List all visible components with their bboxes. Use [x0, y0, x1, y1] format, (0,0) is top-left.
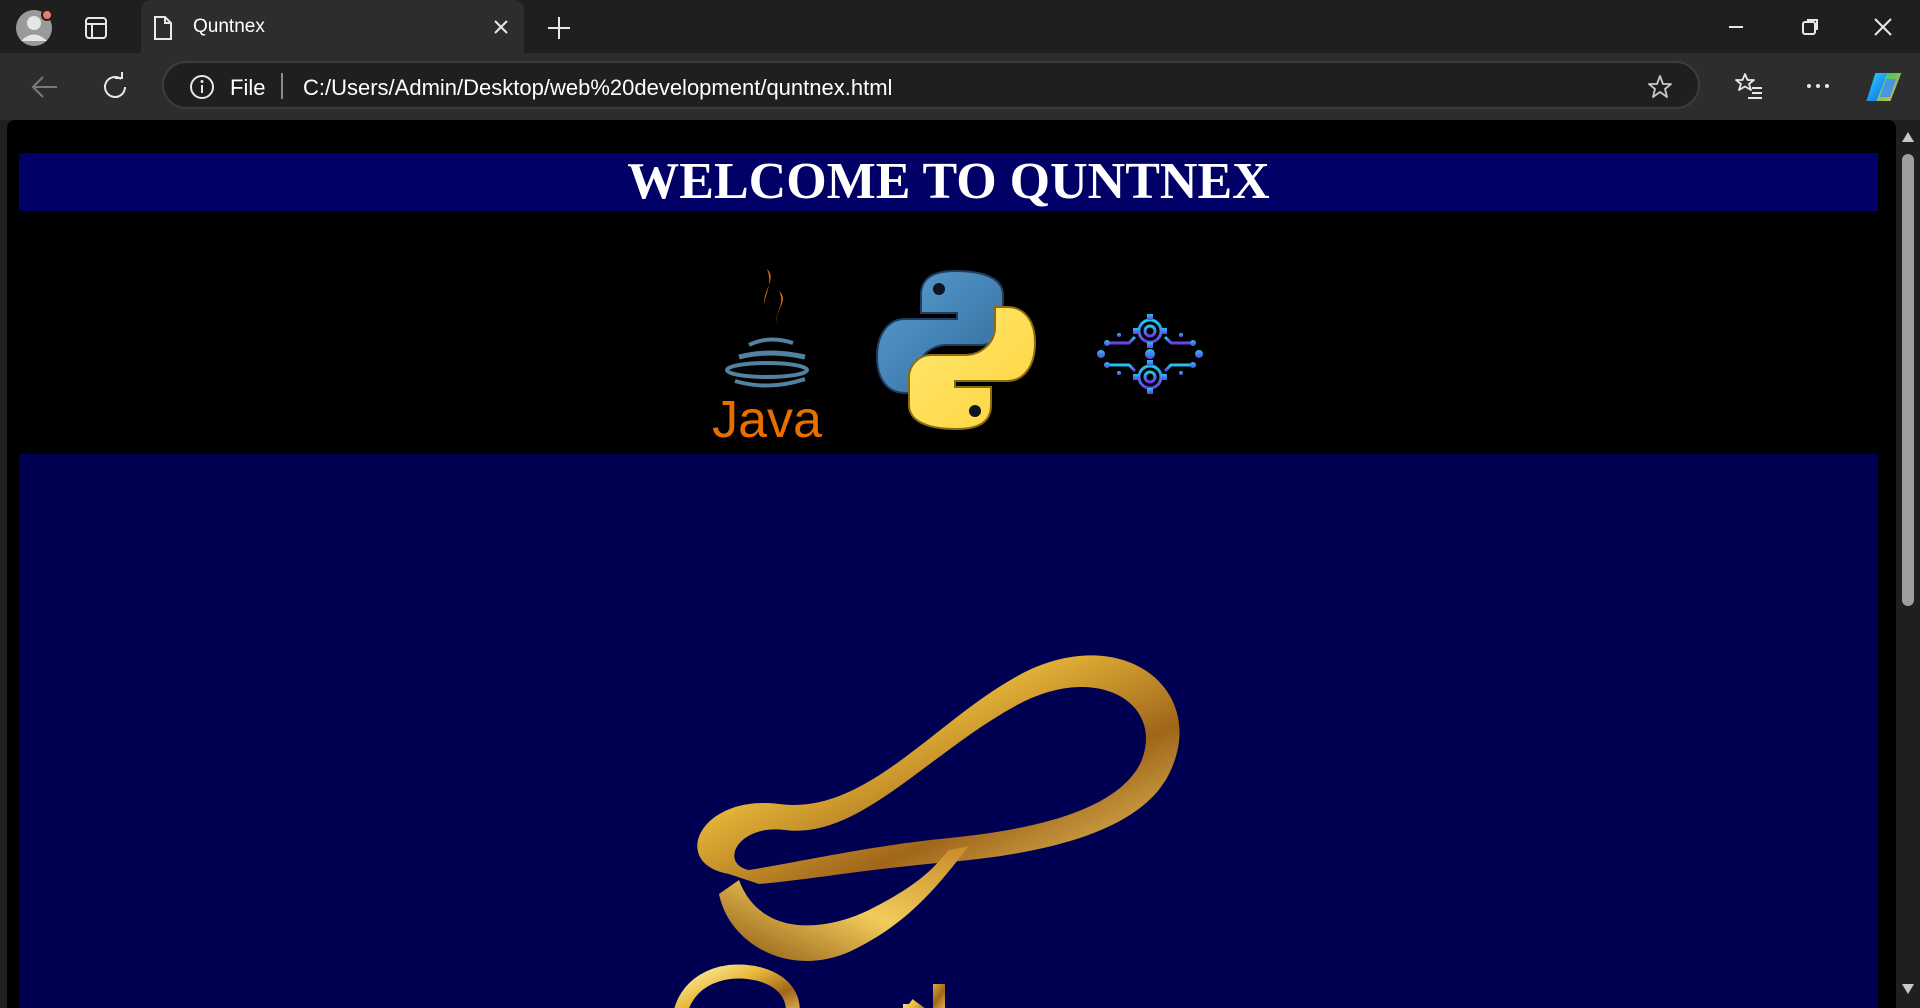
tab-title: Quntnex	[193, 16, 265, 37]
copilot-icon[interactable]	[1866, 67, 1906, 107]
python-logo	[871, 265, 1041, 435]
scheme-label: File	[230, 75, 266, 100]
hero-section	[19, 454, 1878, 1008]
tab-actions-icon[interactable]	[82, 14, 110, 42]
welcome-banner: WELCOME TO QUNTNEX	[19, 153, 1878, 211]
browser-toolbar: File C:/Users/Admin/Desktop/web%20develo…	[0, 53, 1920, 120]
address-bar[interactable]: File C:/Users/Admin/Desktop/web%20develo…	[162, 61, 1700, 109]
document-icon	[153, 15, 173, 41]
url-text[interactable]: C:/Users/Admin/Desktop/web%20development…	[303, 75, 892, 101]
java-logo: Java	[709, 261, 825, 451]
gold-infinity-logo	[609, 634, 1229, 1008]
java-wordmark: Java	[712, 391, 822, 449]
star-icon[interactable]	[1646, 73, 1674, 101]
scroll-thumb[interactable]	[1902, 154, 1914, 606]
scroll-down-icon[interactable]	[1901, 982, 1915, 994]
info-icon[interactable]	[189, 74, 215, 100]
back-arrow-icon[interactable]	[28, 70, 62, 104]
more-dots-icon[interactable]	[1802, 70, 1834, 102]
new-tab-plus-icon[interactable]	[543, 12, 575, 44]
page-viewport: WELCOME TO QUNTNEX Java	[7, 120, 1896, 1008]
restore-icon[interactable]	[1795, 14, 1825, 40]
browser-title-bar: Quntnex	[0, 0, 1920, 53]
profile-avatar-icon[interactable]	[14, 8, 54, 48]
ai-circuit-logo	[1089, 291, 1211, 413]
active-tab[interactable]: Quntnex	[141, 0, 524, 53]
reload-icon[interactable]	[98, 70, 132, 104]
close-window-icon[interactable]	[1868, 12, 1898, 42]
scroll-up-icon[interactable]	[1901, 130, 1915, 142]
address-divider	[281, 73, 283, 99]
close-tab-icon[interactable]	[488, 14, 514, 40]
favorites-list-icon[interactable]	[1733, 70, 1765, 102]
page-title: WELCOME TO QUNTNEX	[627, 153, 1270, 210]
page-scrollbar[interactable]	[1896, 120, 1920, 1008]
minimize-icon[interactable]	[1721, 14, 1751, 40]
